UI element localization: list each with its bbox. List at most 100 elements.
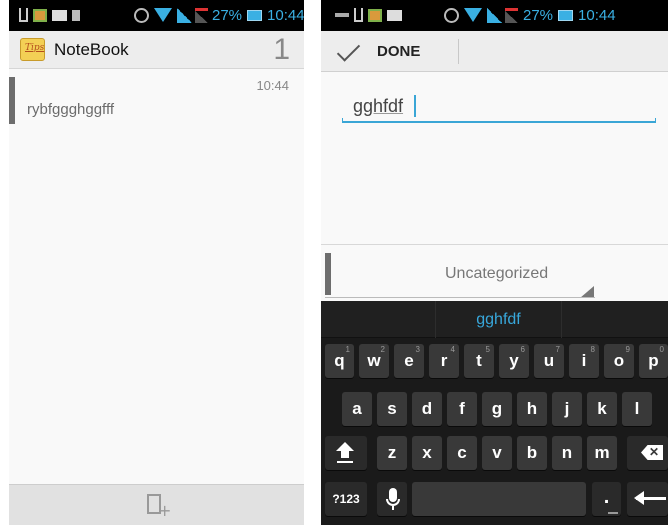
key-w[interactable]: 2w (359, 344, 389, 378)
category-selector[interactable]: Uncategorized (321, 244, 668, 301)
category-color-stripe (325, 253, 331, 295)
key-f[interactable]: f (447, 392, 477, 426)
key-a[interactable]: a (342, 392, 372, 426)
backspace-icon: ✕ (641, 445, 663, 460)
alarm-icon (444, 7, 459, 23)
key-r[interactable]: 4r (429, 344, 459, 378)
space-key[interactable] (412, 482, 586, 516)
key-label: r (440, 351, 448, 370)
usb-icon (354, 8, 363, 22)
microphone-base (392, 506, 394, 510)
key-c[interactable]: c (447, 436, 477, 470)
key-number-hint: 5 (485, 345, 490, 354)
battery-icon (558, 9, 574, 21)
key-e[interactable]: 3e (394, 344, 424, 378)
shift-arrow-stem (341, 451, 349, 458)
key-g[interactable]: g (482, 392, 512, 426)
shift-key[interactable] (325, 436, 367, 470)
key-number-hint: 7 (555, 345, 560, 354)
key-v[interactable]: v (482, 436, 512, 470)
key-label: p (648, 351, 659, 370)
key-o[interactable]: 9o (604, 344, 634, 378)
key-label: y (509, 351, 519, 370)
battery-percent: 27% (523, 6, 554, 24)
symbols-key[interactable]: ?123 (325, 482, 367, 516)
note-list-item[interactable]: 10:44 rybfggghggfff (9, 70, 304, 124)
key-label: u (543, 351, 555, 370)
voice-input-key[interactable] (377, 482, 407, 516)
note-text-input[interactable]: gghfdf (353, 96, 403, 117)
microphone-stand (386, 499, 400, 506)
status-notification-icons (335, 4, 407, 26)
key-more-hint (608, 512, 618, 514)
new-note-icon[interactable]: + (147, 494, 171, 519)
key-q[interactable]: 1q (325, 344, 354, 378)
suggestion-word[interactable]: gghfdf (435, 301, 562, 338)
status-time: 10:44 (267, 6, 304, 24)
checkmark-icon (336, 38, 361, 62)
key-number-hint: 3 (415, 345, 420, 354)
key-x[interactable]: x (412, 436, 442, 470)
key-z[interactable]: z (377, 436, 407, 470)
wifi-icon (464, 8, 482, 22)
note-editor: gghfdf (321, 72, 668, 244)
shift-underline (337, 461, 353, 463)
sd-card-icon (72, 9, 80, 21)
suggestion-strip: gghfdf (321, 301, 668, 338)
app-bar: Tips NoteBook 1 (9, 31, 304, 69)
status-notification-icons (19, 4, 85, 26)
key-t[interactable]: 5t (464, 344, 494, 378)
shift-icon (336, 442, 354, 463)
backspace-x-glyph: ✕ (649, 445, 660, 459)
key-number-hint: 1 (345, 345, 350, 354)
no-signal-icon (505, 7, 518, 23)
period-key[interactable]: . (592, 482, 621, 516)
key-b[interactable]: b (517, 436, 547, 470)
category-underline (325, 297, 595, 298)
key-y[interactable]: 6y (499, 344, 529, 378)
key-u[interactable]: 7u (534, 344, 564, 378)
key-number-hint: 8 (590, 345, 595, 354)
no-signal-icon (195, 7, 208, 23)
input-underline (342, 118, 656, 123)
key-label: w (367, 351, 381, 370)
notebook-icon-label: Tips (25, 43, 45, 53)
key-label: q (334, 351, 345, 370)
gallery-icon (33, 8, 47, 22)
key-n[interactable]: n (552, 436, 582, 470)
key-number-hint: 2 (380, 345, 385, 354)
usb-icon (19, 8, 28, 22)
key-p[interactable]: 0p (639, 344, 668, 378)
note-count: 1 (273, 33, 290, 66)
soft-keyboard: gghfdf 1q 2w 3e 4r 5t 6y 7u 8i 9o 0p a s… (321, 301, 668, 525)
key-m[interactable]: m (587, 436, 617, 470)
notebook-icon[interactable]: Tips (20, 38, 45, 61)
key-i[interactable]: 8i (569, 344, 599, 378)
enter-key[interactable] (627, 482, 668, 516)
enter-arrow-icon (634, 491, 666, 505)
key-number-hint: 0 (659, 345, 664, 354)
backspace-key[interactable]: ✕ (627, 436, 668, 470)
note-preview: rybfggghggfff (27, 101, 115, 118)
key-l[interactable]: l (622, 392, 652, 426)
status-bar: 27% 10:44 (9, 0, 304, 31)
key-number-hint: 9 (625, 345, 630, 354)
key-j[interactable]: j (552, 392, 582, 426)
key-d[interactable]: d (412, 392, 442, 426)
key-h[interactable]: h (517, 392, 547, 426)
done-button[interactable]: DONE (321, 31, 461, 71)
status-bar: 27% 10:44 (321, 0, 668, 31)
alarm-icon (134, 7, 149, 23)
bottom-bar: + (9, 484, 304, 525)
status-time: 10:44 (578, 6, 616, 24)
key-s[interactable]: s (377, 392, 407, 426)
signal-icon (177, 7, 192, 23)
note-color-stripe (9, 77, 15, 124)
gallery-icon (368, 8, 382, 22)
key-label: i (581, 351, 587, 370)
action-bar: DONE (321, 31, 668, 72)
key-number-hint: 4 (450, 345, 455, 354)
key-k[interactable]: k (587, 392, 617, 426)
done-label: DONE (377, 43, 421, 60)
notebook-list-screen: 27% 10:44 Tips NoteBook 1 10:44 rybfgggh… (9, 0, 304, 525)
